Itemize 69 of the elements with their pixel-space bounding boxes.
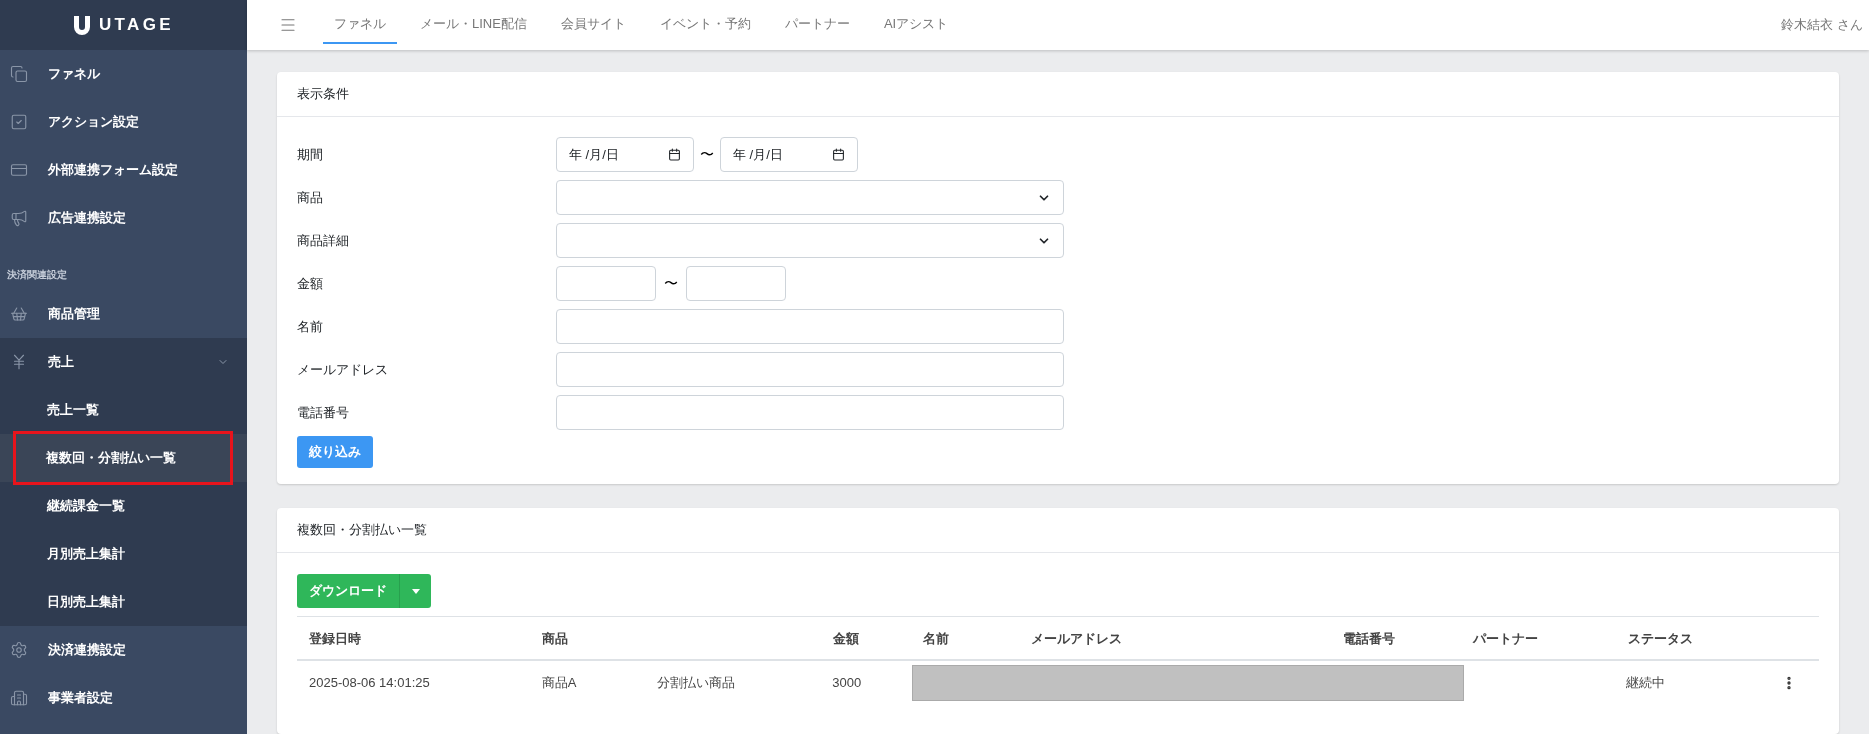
user-name[interactable]: 鈴木結衣 さん [1781, 15, 1863, 35]
input-field[interactable] [556, 309, 1064, 344]
input-field[interactable] [686, 266, 786, 301]
date-field[interactable]: 年 /月/日 [720, 137, 858, 172]
column-header: パートナー [1473, 631, 1538, 646]
field-label: メールアドレス [297, 360, 389, 379]
nav-tab[interactable]: AIアシスト [872, 6, 960, 44]
building-icon [10, 689, 28, 707]
menu-icon[interactable] [279, 16, 297, 34]
field-label: 商品 [297, 188, 324, 207]
form-icon [10, 161, 28, 179]
table-cell: 分割払い商品 [656, 675, 735, 691]
sidebar-subitem[interactable]: 継続課金一覧 [0, 482, 247, 530]
nav-tab[interactable]: メール・LINE配信 [409, 6, 538, 44]
select-field[interactable] [556, 180, 1064, 215]
select-field[interactable] [556, 223, 1064, 258]
settings-icon [10, 641, 28, 659]
calendar-icon [668, 148, 681, 161]
sidebar-item[interactable]: ファネル [0, 50, 247, 98]
highlight-frame: 複数回・分割払い一覧 [13, 431, 233, 485]
range-separator: 〜 [700, 145, 714, 164]
sidebar-item[interactable]: 商品管理 [0, 290, 247, 338]
column-header: 名前 [923, 631, 949, 646]
range-separator: 〜 [664, 274, 678, 293]
sidebar-item[interactable]: 外部連携フォーム設定 [0, 146, 247, 194]
field-label: 電話番号 [297, 403, 350, 422]
card-title: 表示条件 [297, 85, 349, 104]
calendar-icon [832, 148, 845, 161]
sidebar-subitem[interactable]: 月別売上集計 [0, 530, 247, 578]
megaphone-icon [10, 209, 28, 227]
field-label: 金額 [297, 274, 324, 293]
nav-tab[interactable]: ファネル [323, 6, 397, 44]
sidebar-subitem[interactable]: 複数回・分割払い一覧 [0, 434, 247, 482]
logo-icon [72, 14, 91, 36]
table-cell: 3000 [832, 675, 862, 691]
table-cell: 2025-08-06 14:01:25 [309, 675, 430, 691]
column-header: ステータス [1628, 631, 1693, 646]
nav-tab[interactable]: イベント・予約 [648, 6, 762, 44]
nav-tab[interactable]: パートナー [773, 6, 861, 44]
card-title: 複数回・分割払い一覧 [297, 521, 427, 540]
caret-icon [411, 588, 420, 594]
basket-icon [10, 305, 28, 323]
field-label: 期間 [297, 145, 324, 164]
sidebar-item[interactable]: 売上 [0, 338, 247, 386]
input-field[interactable] [556, 266, 656, 301]
column-header: 商品 [542, 631, 568, 646]
logo-text: UTAGE [98, 14, 175, 37]
table-cell: 継続中 [1626, 675, 1666, 691]
nav-tab[interactable]: 会員サイト [549, 6, 637, 44]
table-cell: 商品A [541, 675, 577, 691]
input-field[interactable] [556, 395, 1064, 430]
field-label: 商品詳細 [297, 231, 350, 250]
section-label: 決済関連設定 [7, 268, 67, 282]
input-field[interactable] [556, 352, 1064, 387]
sidebar-subitem[interactable]: 売上一覧 [0, 386, 247, 434]
column-header: 登録日時 [309, 631, 361, 646]
sidebar-item[interactable]: 広告連携設定 [0, 194, 247, 242]
windows-icon [10, 65, 28, 83]
column-header: メールアドレス [1031, 631, 1122, 646]
sidebar-subitem[interactable]: 日別売上集計 [0, 578, 247, 626]
column-header: 電話番号 [1343, 631, 1395, 646]
sidebar-item[interactable]: 事業者設定 [0, 674, 247, 722]
sidebar-item[interactable]: 決済連携設定 [0, 626, 247, 674]
field-label: 名前 [297, 317, 324, 336]
sidebar-item[interactable]: アクション設定 [0, 98, 247, 146]
checkbox-icon [10, 113, 28, 131]
dropdown-toggle[interactable] [399, 574, 431, 608]
column-header: 金額 [833, 631, 859, 646]
date-field[interactable]: 年 /月/日 [556, 137, 694, 172]
